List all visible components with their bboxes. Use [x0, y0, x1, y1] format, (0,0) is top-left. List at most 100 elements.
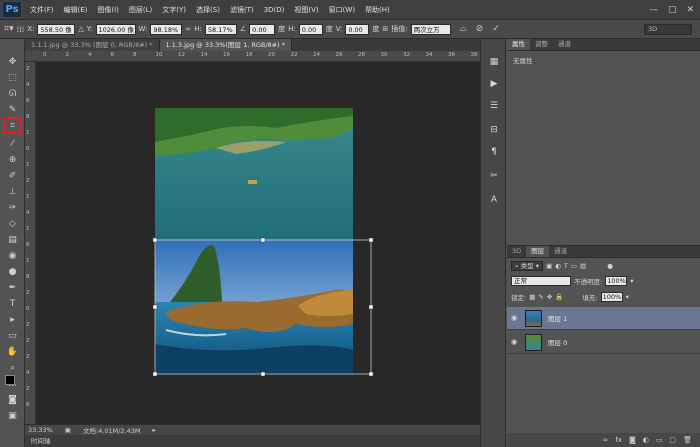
tab-document-1[interactable]: 1.1.1.jpg @ 33.3% (图层 0, RGB/8#) * — [25, 39, 160, 51]
layer-filter-select[interactable]: ⌕ 类型 ▾ — [511, 260, 544, 271]
layer-mask-icon[interactable]: ◙ — [629, 433, 636, 447]
crop-tool-icon[interactable]: ⌗ — [3, 117, 22, 134]
layer-row-1[interactable]: ◉ 图层 1 — [507, 307, 700, 330]
warp-mode-icon[interactable]: ⊞ — [382, 24, 388, 35]
menu-window[interactable]: 窗口(W) — [324, 5, 360, 15]
opacity-dropdown-icon[interactable]: ▾ — [630, 277, 633, 285]
relative-position-icon[interactable]: △ — [78, 24, 83, 35]
eraser-tool-icon[interactable]: ◇ — [5, 217, 20, 230]
menu-file[interactable]: 文件(F) — [25, 5, 59, 15]
group-icon[interactable]: ▭ — [656, 433, 663, 447]
link-layers-icon[interactable]: ∞ — [603, 433, 609, 447]
adjustment-layer-icon[interactable]: ◐ — [643, 433, 649, 447]
h-field[interactable]: 58.17% — [204, 23, 237, 35]
menu-help[interactable]: 帮助(H) — [360, 5, 395, 15]
w-field[interactable]: 98.18% — [150, 23, 183, 35]
tool-presets-icon[interactable]: ✂ — [487, 169, 501, 183]
shape-tool-icon[interactable]: ▭ — [5, 329, 20, 342]
menu-type[interactable]: 文字(Y) — [157, 5, 191, 15]
history-brush-tool-icon[interactable]: ✑ — [5, 201, 20, 214]
commit-transform-icon[interactable]: ✓ — [492, 24, 500, 35]
hand-tool-icon[interactable]: ✋ — [5, 345, 20, 358]
menu-filter[interactable]: 滤镜(T) — [225, 5, 259, 15]
filter-shape-icon[interactable]: ▭ — [571, 262, 577, 270]
tab-properties[interactable]: 属性 — [507, 39, 530, 50]
gradient-tool-icon[interactable]: ▤ — [5, 233, 20, 246]
filter-adjustment-icon[interactable]: ◐ — [555, 262, 561, 270]
filter-pixel-icon[interactable]: ▣ — [546, 262, 552, 270]
workspace-select[interactable]: 3D — [644, 24, 692, 35]
dodge-tool-icon[interactable]: ● — [5, 265, 20, 278]
layer-style-icon[interactable]: fx — [615, 433, 622, 447]
interpolation-select[interactable]: 两次立方 — [410, 23, 451, 35]
marquee-tool-icon[interactable]: ⬚ — [5, 71, 20, 84]
menu-image[interactable]: 图像(I) — [92, 5, 124, 15]
blur-tool-icon[interactable]: ◉ — [5, 249, 20, 262]
filter-smart-icon[interactable]: ▤ — [580, 262, 586, 270]
adjustments-icon[interactable]: ☰ — [487, 99, 501, 113]
lasso-tool-icon[interactable]: ᘏ — [5, 87, 20, 100]
lock-position-icon[interactable]: ✥ — [547, 293, 552, 301]
menu-view[interactable]: 视图(V) — [289, 5, 323, 15]
type-tool-icon[interactable]: T — [5, 297, 20, 310]
status-arrow-icon[interactable]: ▸ — [153, 426, 156, 434]
menu-layer[interactable]: 图层(L) — [124, 5, 157, 15]
crop-tool-preset-icon[interactable]: ⌗▾ — [4, 24, 14, 35]
align-icon[interactable]: ⊟ — [487, 123, 501, 137]
pen-tool-icon[interactable]: ✒ — [5, 281, 20, 294]
foreground-color-swatch[interactable] — [5, 375, 15, 385]
layer-row-0[interactable]: ◉ 图层 0 — [507, 331, 700, 354]
history-icon[interactable]: ▦ — [487, 55, 501, 69]
actions-icon[interactable]: ▶ — [487, 77, 501, 91]
v-skew-field[interactable]: 0.00 — [345, 23, 370, 35]
maximize-button[interactable]: □ — [668, 5, 677, 15]
lock-pixels-icon[interactable]: ✎ — [538, 293, 543, 301]
link-icon[interactable]: ∞ — [185, 24, 191, 35]
new-layer-icon[interactable]: ▢ — [669, 433, 676, 447]
eyedropper-tool-icon[interactable]: ⁄ — [5, 137, 20, 150]
move-tool-icon[interactable]: ✥ — [5, 55, 20, 68]
visibility-eye-icon[interactable]: ◉ — [507, 338, 521, 346]
lock-all-icon[interactable]: 🔒 — [555, 293, 563, 301]
canvas-area[interactable] — [36, 62, 480, 424]
reference-point-icon[interactable]: ⁞⁞⁞ — [17, 24, 25, 35]
tab-document-2[interactable]: 1.1.3.jpg @ 33.3%(图层 1, RGB/8#) * — [159, 39, 292, 51]
quick-mask-icon[interactable]: ◙ — [5, 393, 20, 406]
tab-layers[interactable]: 图层 — [526, 246, 550, 257]
path-selection-tool-icon[interactable]: ▸ — [5, 313, 20, 326]
close-button[interactable]: ✕ — [686, 5, 694, 15]
warp-toggle-icon[interactable]: ⌓ — [460, 24, 467, 35]
fill-field[interactable]: 100% — [600, 292, 623, 302]
paragraph-icon[interactable]: ¶ — [487, 145, 501, 159]
minimize-button[interactable]: — — [649, 5, 658, 15]
menu-3d[interactable]: 3D(D) — [259, 6, 290, 14]
tab-paths[interactable]: 通道 — [549, 246, 572, 257]
opacity-field[interactable]: 100% — [605, 276, 628, 286]
healing-brush-tool-icon[interactable]: ⊕ — [5, 153, 20, 166]
angle-field[interactable]: 0.00 — [249, 23, 276, 35]
filter-type-icon[interactable]: T — [564, 262, 568, 270]
y-field[interactable]: 1026.00 像 — [95, 23, 136, 35]
delete-layer-icon[interactable]: 🗑 — [683, 433, 692, 447]
timeline-tab[interactable]: 时间轴 — [25, 435, 480, 447]
x-field[interactable]: 558.50 像 — [37, 23, 76, 35]
quick-select-tool-icon[interactable]: ✎ — [5, 103, 20, 116]
blend-mode-select[interactable]: 正常 — [511, 276, 571, 286]
tab-adjustments[interactable]: 调整 — [530, 39, 553, 50]
fill-dropdown-icon[interactable]: ▾ — [626, 293, 629, 301]
lock-transparent-icon[interactable]: ▦ — [529, 293, 535, 301]
h-skew-field[interactable]: 0.00 — [298, 23, 323, 35]
tab-channels[interactable]: 通道 — [553, 39, 576, 50]
brush-tool-icon[interactable]: ✐ — [5, 169, 20, 182]
clone-stamp-tool-icon[interactable]: ⊥ — [5, 185, 20, 198]
zoom-level[interactable]: 33.33% — [28, 426, 53, 434]
cancel-transform-icon[interactable]: ⊘ — [476, 24, 484, 35]
menu-select[interactable]: 选择(S) — [191, 5, 225, 15]
zoom-tool-icon[interactable]: ⌕ — [5, 361, 20, 374]
screen-mode-icon[interactable]: ▣ — [5, 409, 20, 422]
character-icon[interactable]: A — [487, 193, 501, 207]
tab-3d[interactable]: 3D — [507, 246, 526, 257]
menu-edit[interactable]: 编辑(E) — [59, 5, 93, 15]
visibility-eye-icon[interactable]: ◉ — [507, 314, 521, 322]
filter-toggle-icon[interactable]: ● — [607, 262, 613, 270]
